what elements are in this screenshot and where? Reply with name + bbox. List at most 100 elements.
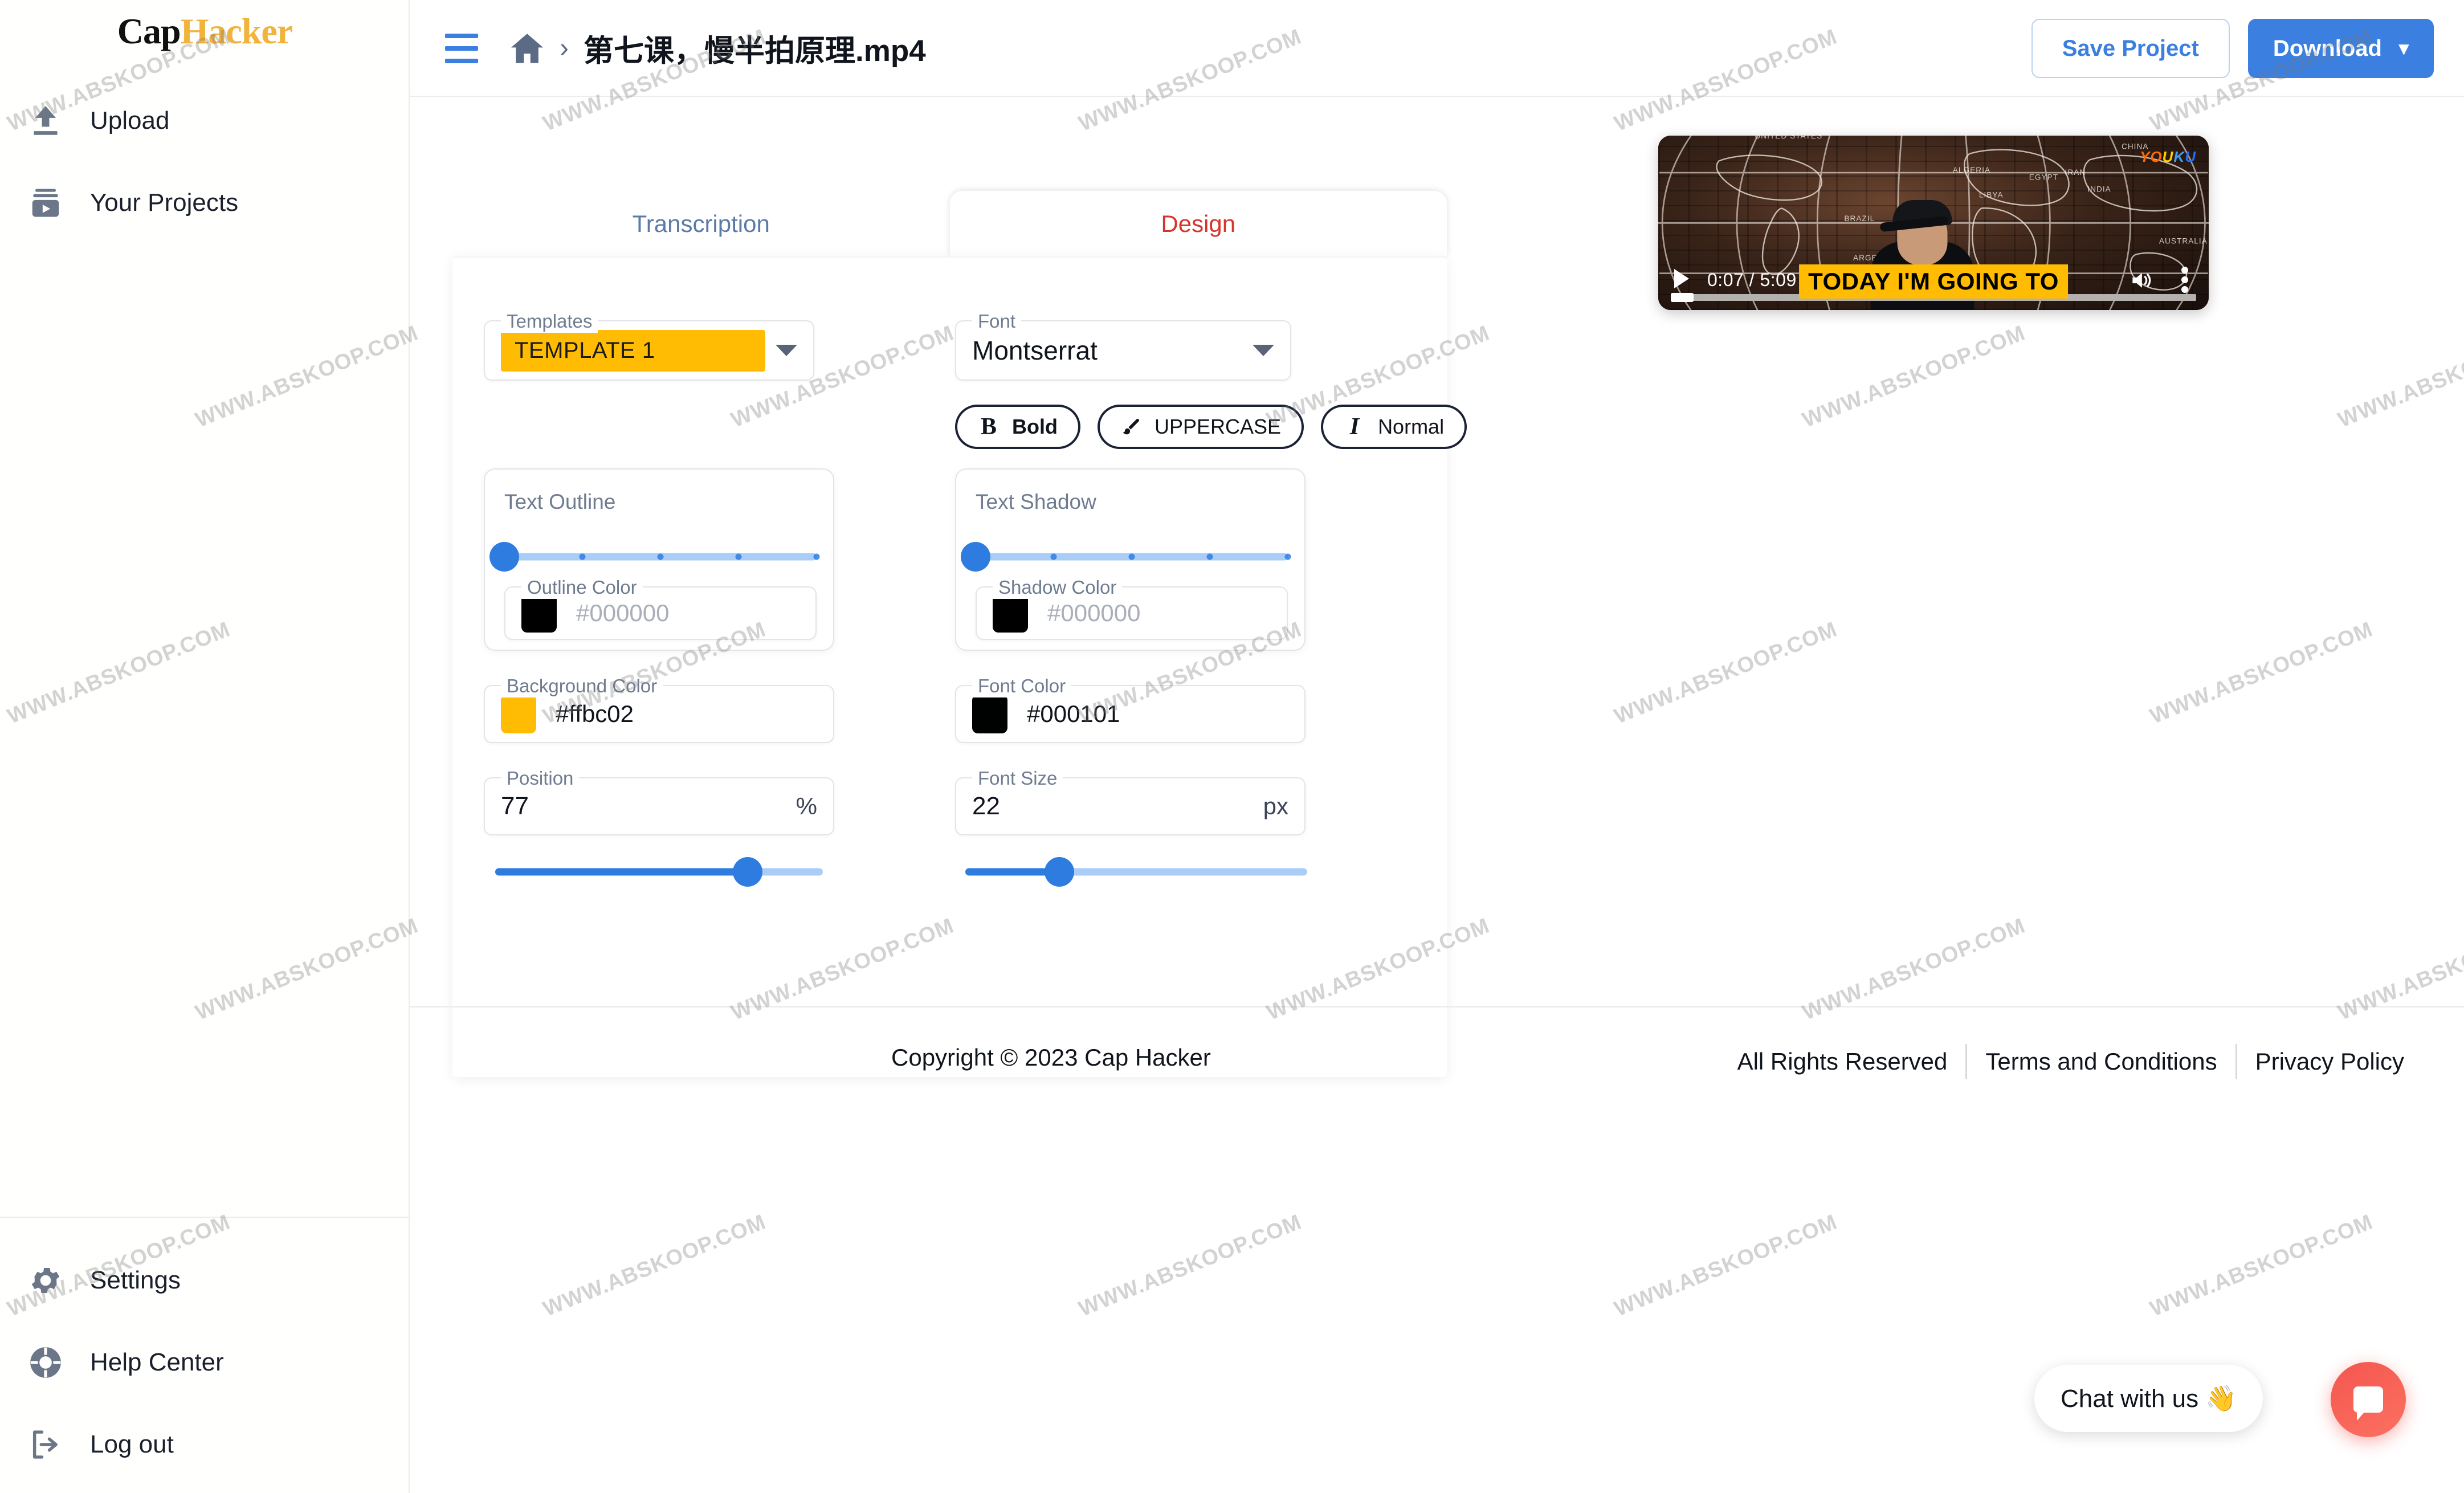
app-root: Cap Hacker Upload Your Projects Settings…: [0, 0, 2464, 1493]
video-preview[interactable]: UNITED STATES ALGERIA LIBYA EGYPT IRAN I…: [1658, 136, 2209, 310]
upload-icon: [27, 103, 64, 139]
text-outline-title: Text Outline: [504, 490, 616, 513]
background-color-label: Background Color: [501, 675, 663, 697]
text-outline-card: Text Outline Outline Color #000000: [484, 468, 834, 651]
shadow-color-label: Shadow Color: [993, 576, 1123, 599]
sidebar-item-label: Upload: [90, 107, 170, 134]
background-color-swatch[interactable]: [501, 695, 536, 733]
font-color-value: #000101: [1027, 700, 1120, 727]
font-size-input[interactable]: Font Size 22 px: [955, 767, 1306, 835]
italic-toggle-label: Normal: [1378, 415, 1445, 438]
tab-transcription[interactable]: Transcription: [452, 191, 950, 256]
outline-color-value: #000000: [576, 599, 670, 626]
breadcrumb-separator-icon: ›: [560, 33, 569, 63]
sidebar-item-label: Help Center: [90, 1348, 224, 1376]
italic-toggle-button[interactable]: I Normal: [1321, 405, 1467, 449]
slider-tick: [657, 553, 664, 560]
video-progress-knob[interactable]: [1671, 293, 1694, 302]
youku-watermark-logo: YOUKU: [2140, 148, 2196, 165]
sidebar-item-help-center[interactable]: Help Center: [0, 1321, 410, 1404]
chat-with-us-bubble[interactable]: Chat with us 👋: [2034, 1365, 2263, 1432]
slider-thumb[interactable]: [732, 857, 762, 887]
svg-text:LIBYA: LIBYA: [1979, 190, 2004, 199]
font-color-swatch[interactable]: [972, 695, 1007, 733]
bold-toggle-button[interactable]: B Bold: [955, 405, 1080, 449]
uppercase-toggle-button[interactable]: UPPERCASE: [1097, 405, 1304, 449]
slider-tick: [1128, 553, 1135, 560]
font-color-label: Font Color: [972, 675, 1072, 697]
logo-text-hacker: Hacker: [180, 11, 293, 51]
outline-color-swatch[interactable]: [521, 594, 557, 633]
slider-thumb[interactable]: [961, 542, 990, 572]
text-outline-slider[interactable]: [489, 541, 820, 573]
home-icon[interactable]: [508, 30, 546, 67]
footer-link-terms-and-conditions[interactable]: Terms and Conditions: [1967, 1048, 2235, 1075]
breadcrumb: › 第七课，慢半拍原理.mp4: [440, 0, 926, 97]
download-button[interactable]: Download ▾: [2247, 19, 2434, 78]
sidebar-item-settings[interactable]: Settings: [0, 1239, 410, 1321]
footer-link-privacy-policy[interactable]: Privacy Policy: [2237, 1048, 2422, 1075]
save-project-button[interactable]: Save Project: [2031, 19, 2230, 78]
svg-text:ALGERIA: ALGERIA: [1952, 166, 1990, 174]
templates-label: Templates: [501, 310, 598, 333]
slider-tick: [579, 553, 586, 560]
lifebuoy-icon: [27, 1344, 64, 1381]
shadow-color-value: #000000: [1047, 599, 1141, 626]
main-content: Transcription Design Templates TEMPLATE …: [410, 97, 2464, 1493]
sidebar-item-label: Settings: [90, 1266, 181, 1294]
outline-color-input[interactable]: Outline Color #000000: [504, 576, 817, 640]
sidebar-nav-primary: Upload Your Projects: [0, 80, 410, 244]
projects-icon: [27, 185, 64, 221]
text-shadow-slider[interactable]: [961, 541, 1291, 573]
chevron-down-icon: [1253, 345, 1274, 356]
templates-selected-value: TEMPLATE 1: [501, 329, 765, 372]
shadow-color-input[interactable]: Shadow Color #000000: [976, 576, 1288, 640]
position-unit: %: [796, 793, 817, 819]
video-time-display: 0:07 / 5:09: [1707, 270, 1797, 290]
position-slider[interactable]: [495, 856, 823, 888]
position-label: Position: [501, 767, 580, 790]
sidebar-item-your-projects[interactable]: Your Projects: [0, 162, 410, 244]
shadow-color-swatch[interactable]: [993, 594, 1028, 633]
svg-text:UNITED STATES: UNITED STATES: [1755, 136, 1822, 140]
kebab-menu-icon[interactable]: [2181, 267, 2188, 293]
sidebar-item-label: Your Projects: [90, 189, 239, 217]
svg-text:IRAN: IRAN: [2065, 168, 2086, 177]
bold-icon: B: [980, 414, 997, 440]
font-color-input[interactable]: Font Color #000101: [955, 675, 1306, 743]
position-input[interactable]: Position 77 %: [484, 767, 834, 835]
chat-launcher-button[interactable]: [2331, 1362, 2406, 1437]
play-icon[interactable]: [1674, 269, 1689, 288]
templates-select[interactable]: Templates TEMPLATE 1: [484, 310, 814, 381]
sidebar-item-label: Log out: [90, 1430, 174, 1458]
brush-icon: [1120, 416, 1142, 438]
top-bar: › 第七课，慢半拍原理.mp4 Save Project Download ▾: [410, 0, 2464, 97]
chat-bubble-icon: [2353, 1386, 2383, 1421]
tab-design[interactable]: Design: [949, 191, 1447, 256]
background-color-input[interactable]: Background Color #ffbc02: [484, 675, 834, 743]
logout-icon: [27, 1426, 64, 1463]
bold-toggle-label: Bold: [1012, 415, 1058, 438]
font-select[interactable]: Font Montserrat: [955, 310, 1291, 381]
background-color-value: #ffbc02: [556, 700, 634, 727]
hamburger-icon[interactable]: [440, 27, 483, 70]
outline-color-label: Outline Color: [521, 576, 643, 599]
svg-text:INDIA: INDIA: [2087, 185, 2111, 193]
footer-link-all-rights-reserved[interactable]: All Rights Reserved: [1719, 1048, 1966, 1075]
logo-text-cap: Cap: [117, 11, 181, 51]
sidebar-item-upload[interactable]: Upload: [0, 80, 410, 162]
footer: Copyright © 2023 Cap Hacker All Rights R…: [410, 1031, 2464, 1100]
text-shadow-title: Text Shadow: [976, 490, 1096, 513]
app-logo[interactable]: Cap Hacker: [0, 0, 410, 63]
slider-tick: [813, 553, 820, 560]
sidebar-item-log-out[interactable]: Log out: [0, 1404, 410, 1486]
page-title: 第七课，慢半拍原理.mp4: [583, 34, 926, 68]
slider-fill: [495, 868, 748, 876]
volume-icon[interactable]: [2128, 268, 2154, 293]
slider-thumb[interactable]: [489, 542, 519, 572]
slider-thumb[interactable]: [1045, 857, 1074, 887]
font-label: Font: [972, 310, 1022, 333]
font-size-slider[interactable]: [965, 856, 1307, 888]
font-selected-value: Montserrat: [972, 336, 1098, 365]
editor-tabs: Transcription Design: [452, 191, 1447, 256]
